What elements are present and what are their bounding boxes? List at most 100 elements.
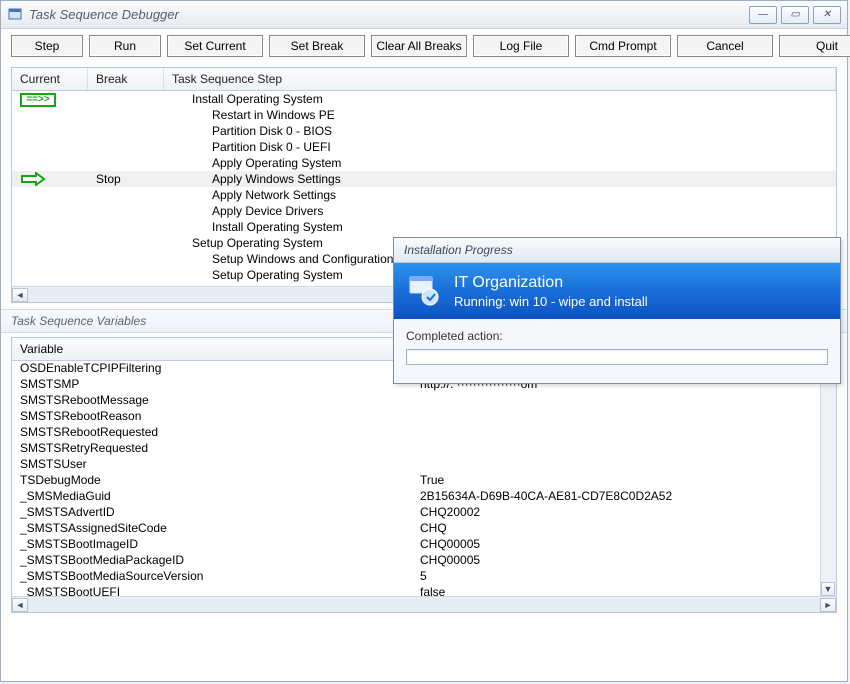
variable-value: CHQ <box>412 521 836 537</box>
variable-row[interactable]: TSDebugModeTrue <box>12 473 836 489</box>
column-header-current[interactable]: Current <box>12 68 88 90</box>
column-header-step[interactable]: Task Sequence Step <box>164 68 836 90</box>
column-header-variable[interactable]: Variable <box>12 338 412 360</box>
step-label: Apply Operating System <box>164 156 836 170</box>
step-label: Partition Disk 0 - UEFI <box>164 140 836 154</box>
variable-row[interactable]: _SMSTSAdvertIDCHQ20002 <box>12 505 836 521</box>
task-sequence-row[interactable]: Partition Disk 0 - BIOS <box>12 123 836 139</box>
set-current-button[interactable]: Set Current <box>167 35 263 57</box>
quit-button[interactable]: Quit <box>779 35 850 57</box>
variable-value <box>412 425 836 441</box>
step-button[interactable]: Step <box>11 35 83 57</box>
vertical-scrollbar[interactable]: ▲ ▼ <box>820 362 836 596</box>
task-sequence-row[interactable]: Apply Operating System <box>12 155 836 171</box>
step-label: Install Operating System <box>164 92 836 106</box>
variable-name: OSDEnableTCPIPFiltering <box>12 361 412 377</box>
scroll-left-button-vars[interactable]: ◄ <box>12 598 28 612</box>
installation-progress-dialog: Installation Progress IT Organization Ru… <box>393 237 841 384</box>
variable-name: SMSTSRebootReason <box>12 409 412 425</box>
current-cell <box>12 172 88 186</box>
computer-install-icon <box>406 273 442 309</box>
step-label: Apply Windows Settings <box>164 172 836 186</box>
variable-value: 5 <box>412 569 836 585</box>
step-label: Install Operating System <box>164 220 836 234</box>
break-cell: Stop <box>88 172 164 186</box>
toolbar: Step Run Set Current Set Break Clear All… <box>1 29 847 63</box>
variable-row[interactable]: SMSTSRebootReason <box>12 409 836 425</box>
variable-name: SMSTSUser <box>12 457 412 473</box>
task-sequence-row[interactable]: ==>> Install Operating System <box>12 91 836 107</box>
step-label: Apply Device Drivers <box>164 204 836 218</box>
progress-dialog-title: Installation Progress <box>394 238 840 263</box>
set-break-button[interactable]: Set Break <box>269 35 365 57</box>
variable-value: 2B15634A-D69B-40CA-AE81-CD7E8C0D2A52 <box>412 489 836 505</box>
cancel-button[interactable]: Cancel <box>677 35 773 57</box>
variable-value: CHQ00005 <box>412 553 836 569</box>
column-header-break[interactable]: Break <box>88 68 164 90</box>
variable-row[interactable]: _SMSTSBootMediaSourceVersion5 <box>12 569 836 585</box>
step-label: Apply Network Settings <box>164 188 836 202</box>
scroll-down-button[interactable]: ▼ <box>821 582 835 596</box>
step-label: Partition Disk 0 - BIOS <box>164 124 836 138</box>
variable-name: _SMSTSBootMediaPackageID <box>12 553 412 569</box>
variable-value <box>412 409 836 425</box>
variable-name: SMSTSRetryRequested <box>12 441 412 457</box>
variable-name: TSDebugMode <box>12 473 412 489</box>
variables-body[interactable]: OSDEnableTCPIPFilteringfalseSMSTSMPhttp:… <box>12 361 836 597</box>
task-sequence-row[interactable]: StopApply Windows Settings <box>12 171 836 187</box>
variable-name: SMSTSMP <box>12 377 412 393</box>
variable-value: CHQ20002 <box>412 505 836 521</box>
current-marker-icon: ==>> <box>20 93 56 107</box>
variable-name: _SMSTSAdvertID <box>12 505 412 521</box>
progress-org: IT Organization <box>454 274 648 292</box>
task-sequence-row[interactable]: Install Operating System <box>12 219 836 235</box>
variable-name: SMSTSRebootRequested <box>12 425 412 441</box>
variable-value: CHQ00005 <box>412 537 836 553</box>
close-button[interactable]: ✕ <box>813 6 841 24</box>
task-sequence-row[interactable]: Apply Network Settings <box>12 187 836 203</box>
variable-name: _SMSMediaGuid <box>12 489 412 505</box>
variable-name: _SMSTSBootImageID <box>12 537 412 553</box>
variable-row[interactable]: SMSTSUser <box>12 457 836 473</box>
progress-body: Completed action: <box>394 319 840 383</box>
variable-row[interactable]: _SMSTSAssignedSiteCodeCHQ <box>12 521 836 537</box>
variable-row[interactable]: _SMSMediaGuid2B15634A-D69B-40CA-AE81-CD7… <box>12 489 836 505</box>
scroll-left-button[interactable]: ◄ <box>12 288 28 302</box>
variable-value <box>412 457 836 473</box>
task-sequence-row[interactable]: Partition Disk 0 - UEFI <box>12 139 836 155</box>
variable-name: _SMSTSAssignedSiteCode <box>12 521 412 537</box>
step-label: Restart in Windows PE <box>164 108 836 122</box>
variable-row[interactable]: SMSTSRebootRequested <box>12 425 836 441</box>
progress-status: Running: win 10 - wipe and install <box>454 294 648 309</box>
horizontal-scrollbar-vars[interactable]: ◄ ► <box>12 596 836 612</box>
task-sequence-header: Current Break Task Sequence Step <box>12 68 836 91</box>
variable-row[interactable]: SMSTSRebootMessage <box>12 393 836 409</box>
app-icon <box>7 7 23 23</box>
clear-all-breaks-button[interactable]: Clear All Breaks <box>371 35 467 57</box>
progress-bar <box>406 349 828 365</box>
run-button[interactable]: Run <box>89 35 161 57</box>
maximize-button[interactable]: ▭ <box>781 6 809 24</box>
task-sequence-row[interactable]: Apply Device Drivers <box>12 203 836 219</box>
variable-row[interactable]: _SMSTSBootImageIDCHQ00005 <box>12 537 836 553</box>
main-window: Task Sequence Debugger — ▭ ✕ Step Run Se… <box>0 0 848 682</box>
log-file-button[interactable]: Log File <box>473 35 569 57</box>
arrow-right-icon <box>20 172 80 186</box>
progress-banner: IT Organization Running: win 10 - wipe a… <box>394 263 840 319</box>
minimize-button[interactable]: — <box>749 6 777 24</box>
cmd-prompt-button[interactable]: Cmd Prompt <box>575 35 671 57</box>
scroll-right-button-vars[interactable]: ► <box>820 598 836 612</box>
window-title: Task Sequence Debugger <box>29 7 749 22</box>
variable-value <box>412 393 836 409</box>
variable-row[interactable]: _SMSTSBootMediaPackageIDCHQ00005 <box>12 553 836 569</box>
task-sequence-row[interactable]: Restart in Windows PE <box>12 107 836 123</box>
variable-value: True <box>412 473 836 489</box>
titlebar: Task Sequence Debugger — ▭ ✕ <box>1 1 847 29</box>
variable-value <box>412 441 836 457</box>
current-cell: ==>> <box>12 91 88 107</box>
scroll-track-vars[interactable] <box>28 598 820 612</box>
variable-name: SMSTSRebootMessage <box>12 393 412 409</box>
variable-row[interactable]: SMSTSRetryRequested <box>12 441 836 457</box>
progress-completed-label: Completed action: <box>406 329 828 343</box>
variable-name: _SMSTSBootMediaSourceVersion <box>12 569 412 585</box>
